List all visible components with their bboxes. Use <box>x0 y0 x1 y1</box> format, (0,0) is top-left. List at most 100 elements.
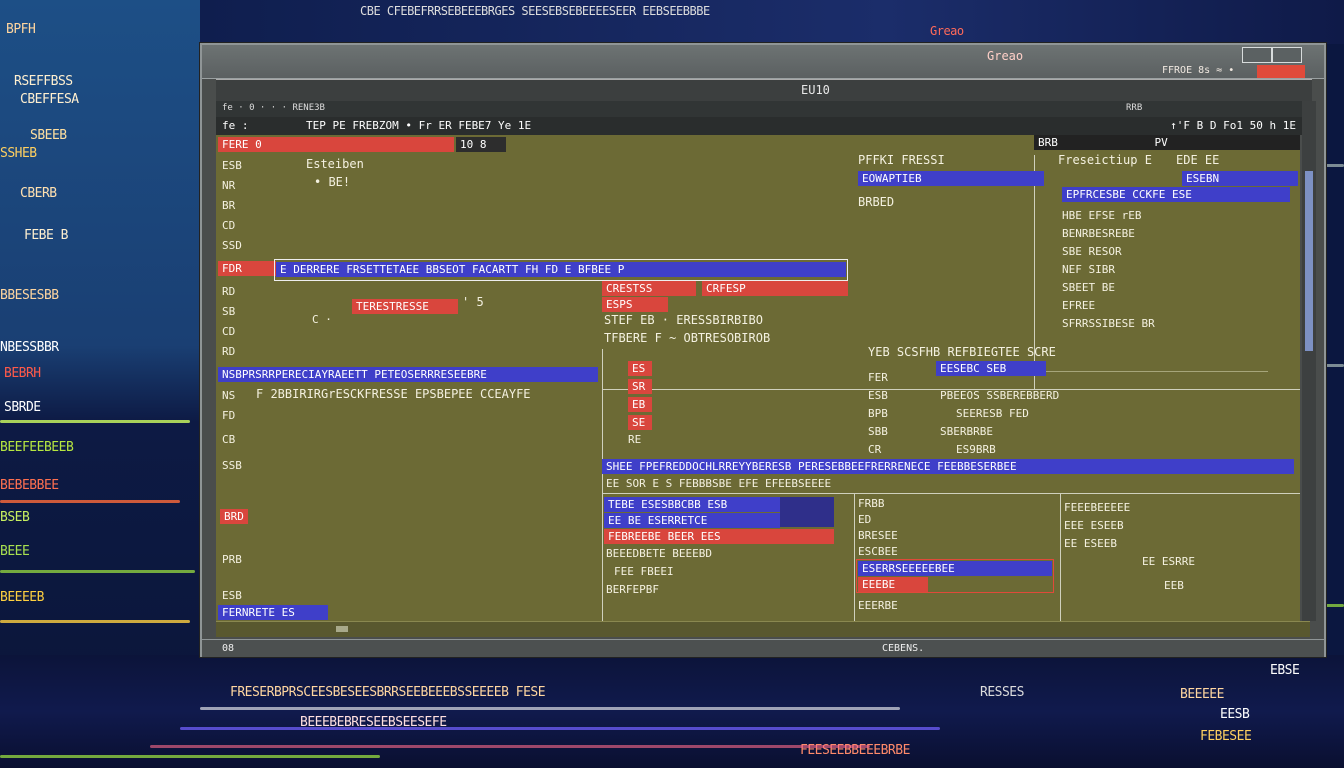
glitch-streak <box>0 755 380 758</box>
bottom-blue-bar[interactable]: SHEE FPEFREDDOCHLRREYYBERESB PERESEBBEEF… <box>602 459 1294 474</box>
left-red-tag[interactable]: TERESTRESSE <box>352 299 458 314</box>
middle-chip-label: RE <box>628 433 642 446</box>
menubar: fe · 0 · · · RENE3B RRB <box>216 101 1310 117</box>
bg-text-line: CBEFFESA <box>20 92 79 107</box>
bottom-mid-blue[interactable]: ESERRSEEEEEBEE <box>858 561 1052 576</box>
gutter-line: PRB <box>222 553 242 566</box>
bottom-left-red[interactable]: FEBREEBE BEER EES <box>604 529 834 544</box>
pane-divider[interactable] <box>1060 493 1061 621</box>
bottom-right-item: EE ESEEB <box>1064 537 1117 550</box>
close-button[interactable] <box>1257 65 1305 78</box>
bottom-left-line: FEE FBEEI <box>614 565 674 578</box>
gutter-line: ESB <box>222 159 242 172</box>
editor-content: FERE 0 10 8 BRB PV ESB NR BR CD SSD FDR … <box>216 135 1300 621</box>
menu-items[interactable]: fe · 0 · · · RENE3B <box>222 103 325 113</box>
toolbar-right[interactable]: ↑'F B D Fo1 50 h 1E <box>1170 119 1296 132</box>
gutter-red-chip[interactable]: BRD <box>220 509 248 524</box>
middle-chip[interactable]: SR <box>628 379 652 394</box>
gutter-line: SB <box>222 305 236 318</box>
background-terminal-bottom: FRESERBPRSCEESBESEESBRRSEEBEEEBSSEEEEB F… <box>0 655 1344 768</box>
glitch-streak <box>0 500 180 503</box>
bottom-left-blue-2[interactable]: EE BE ESERRETCE <box>604 513 780 528</box>
bottom-mid-item: FRBB <box>858 497 885 510</box>
bg-text-line: EESB <box>1220 707 1250 722</box>
bg-text-line: FEBESEE <box>1200 729 1252 744</box>
gutter-red-tag[interactable]: FDR <box>218 261 276 276</box>
top-right-blue[interactable]: EOWAPTIEB <box>858 171 1044 186</box>
top-right-list-item: NEF SIBR <box>1062 263 1115 276</box>
gutter-line: SSB <box>222 459 242 472</box>
middle-right-blue[interactable]: EESEBC SEB <box>936 361 1046 376</box>
bottom-left-line: BEEEDBETE BEEEBD <box>606 547 712 560</box>
left-heading-2: • BE! <box>314 175 351 189</box>
bottom-mid-item: ESCBEE <box>858 545 898 558</box>
section-a-red-chip[interactable]: CRESTSS <box>602 281 696 296</box>
bottom-left-line: BERFEPBF <box>606 583 659 596</box>
top-right-chip[interactable]: ESEBN <box>1182 171 1298 186</box>
horizontal-scroll-thumb[interactable] <box>336 626 348 632</box>
glitch-streak <box>150 745 870 748</box>
bg-text-line: FEBE B <box>24 228 68 243</box>
middle-right-list-item: SEERESB FED <box>956 407 1029 420</box>
column-header: BRB PV <box>1034 135 1300 150</box>
minimize-button[interactable] <box>1242 47 1272 63</box>
middle-right-heading: YEB SCSFHB REFBIEGTEE SCRE <box>868 345 1056 359</box>
middle-right-list-item: FER <box>868 371 888 384</box>
middle-right-list-item: SBERBRBE <box>940 425 993 438</box>
bg-text-line: BEEE <box>0 544 30 559</box>
column-header-label-2: PV <box>1154 136 1168 149</box>
section-b-bottom-blue[interactable]: FERNRETE ES <box>218 605 328 620</box>
bg-text-line: BSEB <box>0 510 30 525</box>
column-header-label: BRB <box>1038 136 1058 149</box>
toolbar-path[interactable]: TEP PE FREBZOM • Fr ER FEBE7 Ye 1E <box>306 119 531 132</box>
section-a-line-2: TFBERE F ~ OBTRESOBIROB <box>604 331 771 345</box>
middle-chip[interactable]: SE <box>628 415 652 430</box>
bg-text-line: EBSE <box>1270 663 1300 678</box>
gutter-line: SSD <box>222 239 242 252</box>
bottom-mid-red[interactable]: EEEBE <box>858 577 928 592</box>
glitch-streak <box>0 570 195 573</box>
document-titlebar: EU10 <box>216 79 1312 101</box>
section-b-line: F 2BBIRIRGrESCKFRESSE EPSBEPEE CCEAYFE <box>256 387 531 401</box>
top-right-list-item: SBE RESOR <box>1062 245 1122 258</box>
bottom-right-item: EEE ESEEB <box>1064 519 1124 532</box>
bg-text-line: RESSES <box>980 685 1024 700</box>
glitch-streak <box>0 420 190 423</box>
bottom-line: EE SOR E S FEBBBSBE EFE EFEEBSEEEE <box>606 477 832 490</box>
section-b-blue-bar[interactable]: NSBPRSRRPERECIAYRAEETT PETEOSERRRESEEBRE <box>218 367 598 382</box>
bottom-left-dark-block <box>780 497 834 527</box>
scrollbar-thumb[interactable] <box>1305 171 1313 351</box>
header-red-label[interactable]: FERE 0 <box>218 137 454 152</box>
top-right-list-item: SBEET BE <box>1062 281 1115 294</box>
pane-divider[interactable] <box>602 493 1300 494</box>
pane-divider[interactable] <box>854 493 855 621</box>
middle-chip[interactable]: EB <box>628 397 652 412</box>
middle-right-list-item: ES9BRB <box>956 443 996 456</box>
bottom-left-blue[interactable]: TEBE ESESBBCBB ESB <box>604 497 780 512</box>
toolbar-left[interactable]: fe : <box>222 119 249 132</box>
top-right-line-2: BRBED <box>858 195 895 209</box>
menu-item-right[interactable]: RRB <box>1126 103 1142 113</box>
section-a-line-1: STEF EB · ERESSBIRBIBO <box>604 313 763 327</box>
vertical-scrollbar[interactable] <box>1302 101 1316 621</box>
bg-text-line: BEEEEB <box>0 590 44 605</box>
gutter-line: ESB <box>222 589 242 602</box>
section-a-red-chip-2[interactable]: CRFESP <box>702 281 848 296</box>
window-subtitle: FFROE 8s ≈ • <box>1162 65 1235 76</box>
footer-left: 08 <box>222 643 235 654</box>
gutter-line: NS <box>222 389 236 402</box>
bg-text-line: BEBEBBEE <box>0 478 59 493</box>
bottom-right-item: FEEEBEEEEE <box>1064 501 1131 514</box>
top-right-list-item: EFREE <box>1062 299 1096 312</box>
window-titlebar: Greao FFROE 8s ≈ • <box>202 45 1324 79</box>
bg-text-line: BPFH <box>6 22 36 37</box>
top-right-blue-2[interactable]: EPFRCESBE CCKFE ESE <box>1062 187 1290 202</box>
section-a-red-chip-3[interactable]: ESPS <box>602 297 668 312</box>
glitch-streak <box>0 620 190 623</box>
middle-chip[interactable]: ES <box>628 361 652 376</box>
section-a-blue-bar[interactable]: E DERRERE FRSETTETAEE BBSEOT FACARTT FH … <box>276 262 846 277</box>
window-title: Greao <box>987 49 1024 63</box>
bg-text-line: NBESSBBR <box>0 340 59 355</box>
bg-text-line: SSHEB <box>0 146 37 161</box>
maximize-button[interactable] <box>1272 47 1302 63</box>
